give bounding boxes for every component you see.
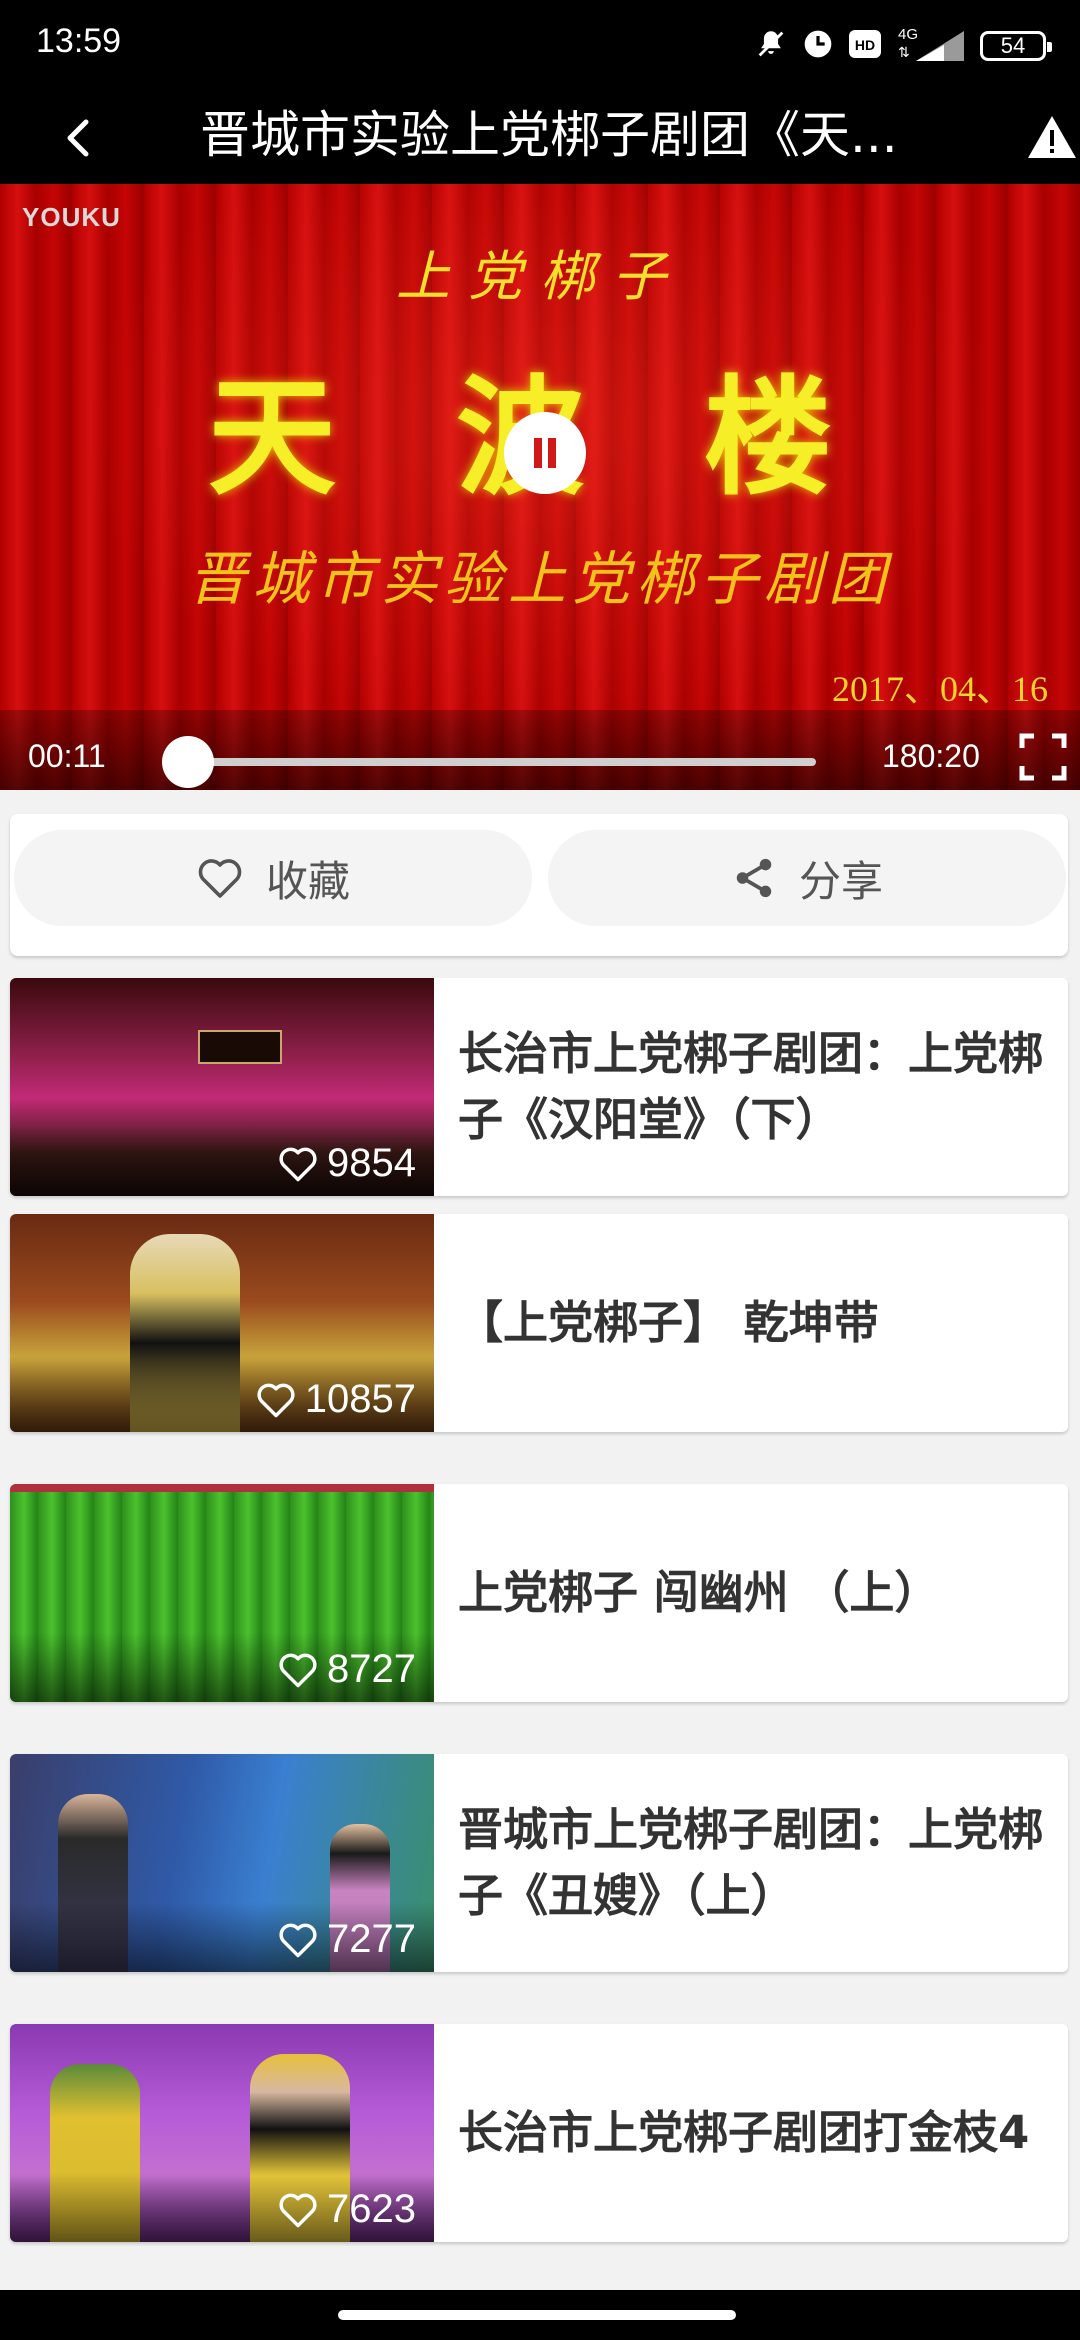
report-button[interactable] <box>1024 110 1080 166</box>
video-title: 晋城市上党梆子剧团：上党梆子《丑嫂》（上） <box>458 1754 1058 1972</box>
video-thumbnail: 7277 <box>10 1754 434 1972</box>
pause-icon-bar <box>548 438 556 468</box>
status-bar: 13:59 HD 4G ⇅ 54 <box>0 0 1080 90</box>
video-thumbnail: 10857 <box>10 1214 434 1432</box>
video-title: 上党梆子 闯幽州 （上） <box>458 1484 1058 1702</box>
seek-thumb[interactable] <box>162 736 214 788</box>
youku-watermark: YOUKU <box>22 202 121 232</box>
heart-outline-icon <box>257 1383 295 1417</box>
battery-level: 54 <box>1000 33 1026 58</box>
status-time: 13:59 <box>36 22 122 60</box>
share-icon <box>736 858 772 898</box>
heart-outline-icon <box>279 1923 317 1957</box>
list-item[interactable]: 8727 上党梆子 闯幽州 （上） <box>10 1484 1068 1702</box>
gesture-nav-bar <box>0 2290 1080 2340</box>
like-count: 7277 <box>277 1917 416 1962</box>
pause-icon <box>534 438 542 468</box>
warning-icon <box>1028 116 1076 158</box>
video-title-text: 晋城市上党梆子剧团：上党梆子《丑嫂》（上） <box>458 1803 1044 1922</box>
list-item[interactable]: 9854 长治市上党梆子剧团：上党梆子《汉阳堂》（下） <box>10 978 1068 1196</box>
duration: 180:20 <box>882 738 980 774</box>
mute-icon <box>754 27 788 65</box>
current-time: 00:11 <box>28 738 106 774</box>
home-handle[interactable] <box>338 2310 736 2320</box>
video-player[interactable]: YOUKU 上党梆子 天波楼 晋城市实验上党梆子剧团 2017、04、16 00… <box>0 184 1080 790</box>
fullscreen-icon <box>1019 733 1067 781</box>
like-count-value: 10857 <box>304 1377 416 1421</box>
video-overlay-subtitle: 上党梆子 <box>396 245 684 308</box>
heart-outline-icon <box>279 1147 317 1181</box>
video-title-text: 长治市上党梆子剧团打金枝4 <box>458 2106 1030 2159</box>
battery-icon: 54 <box>980 31 1052 61</box>
app-bar: 晋城市实验上党梆子剧团《天... <box>0 90 1080 184</box>
like-count: 8727 <box>277 1647 416 1692</box>
back-arrow-icon <box>67 119 89 157</box>
video-title: 【上党梆子】 乾坤带 <box>458 1214 1058 1432</box>
like-count: 7623 <box>277 2187 416 2232</box>
like-count: 10857 <box>255 1377 416 1422</box>
video-title: 长治市上党梆子剧团：上党梆子《汉阳堂》（下） <box>458 978 1058 1196</box>
clock-icon <box>802 28 834 64</box>
video-thumbnail: 9854 <box>10 978 434 1196</box>
like-count-value: 7623 <box>327 2187 416 2231</box>
share-label: 分享 <box>798 856 883 906</box>
favorite-button[interactable]: 收藏 <box>14 830 532 926</box>
seek-bar[interactable] <box>162 736 816 788</box>
signal-icon: 4G ⇅ <box>896 25 966 67</box>
video-thumbnail: 8727 <box>10 1484 434 1702</box>
action-card: 收藏 分享 <box>10 814 1068 956</box>
video-title-text: 长治市上党梆子剧团：上党梆子《汉阳堂》（下） <box>458 1027 1044 1146</box>
pause-button[interactable] <box>504 412 586 494</box>
heart-outline-icon <box>279 2193 317 2227</box>
video-overlay-troupe: 晋城市实验上党梆子剧团 <box>187 545 892 613</box>
video-title-text: 上党梆子 闯幽州 （上） <box>458 1566 940 1619</box>
heart-outline-icon <box>279 1653 317 1687</box>
hd-label: HD <box>855 37 875 53</box>
like-count-value: 7277 <box>327 1917 416 1961</box>
video-title: 长治市上党梆子剧团打金枝4 <box>458 2024 1058 2242</box>
network-label: 4G <box>898 26 918 43</box>
favorite-label: 收藏 <box>265 856 350 906</box>
like-count-value: 9854 <box>327 1141 416 1185</box>
fullscreen-button[interactable] <box>1018 732 1068 782</box>
share-button[interactable]: 分享 <box>548 830 1066 926</box>
video-thumbnail: 7623 <box>10 2024 434 2242</box>
video-overlay-date: 2017、04、16 <box>831 669 1048 709</box>
page-title: 晋城市实验上党梆子剧团《天... <box>200 106 898 164</box>
back-button[interactable] <box>52 108 112 168</box>
stage-plaque <box>198 1030 282 1064</box>
like-count-value: 8727 <box>327 1647 416 1691</box>
svg-text:⇅: ⇅ <box>898 45 910 61</box>
video-title-text: 【上党梆子】 乾坤带 <box>458 1296 879 1349</box>
list-item[interactable]: 7623 长治市上党梆子剧团打金枝4 <box>10 2024 1068 2242</box>
like-count: 9854 <box>277 1141 416 1186</box>
list-item[interactable]: 7277 晋城市上党梆子剧团：上党梆子《丑嫂》（上） <box>10 1754 1068 1972</box>
hd-icon: HD <box>848 29 882 63</box>
player-controls: 00:11 180:20 <box>0 710 1080 790</box>
list-item[interactable]: 10857 【上党梆子】 乾坤带 <box>10 1214 1068 1432</box>
heart-outline-icon <box>198 859 242 898</box>
status-icons: HD 4G ⇅ 54 <box>754 24 1052 68</box>
